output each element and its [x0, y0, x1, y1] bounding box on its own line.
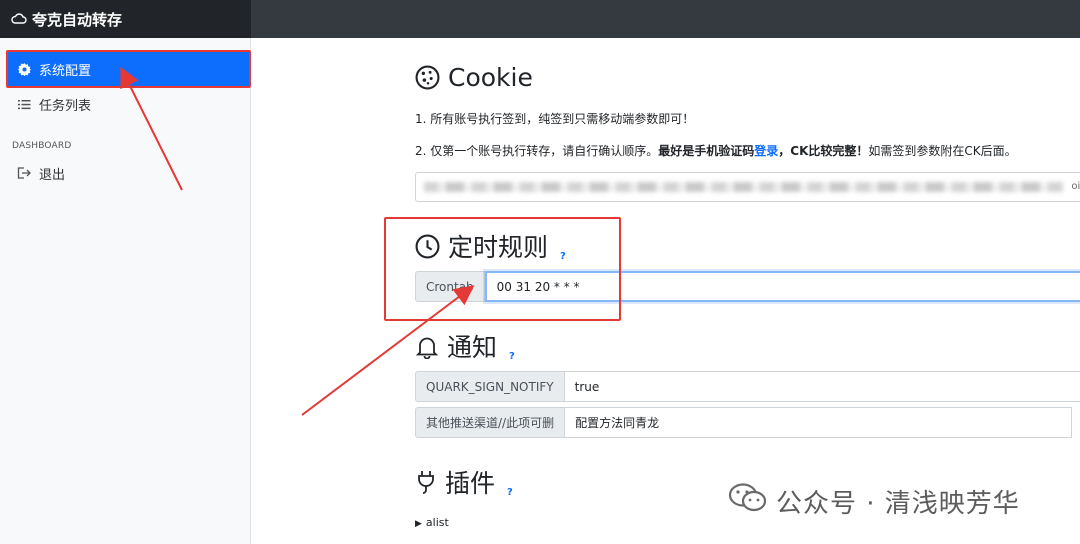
wechat-icon — [728, 482, 768, 521]
annotation-arrow-cron — [301, 285, 475, 416]
annotation-arrows — [120, 66, 475, 416]
watermark: 公众号 · 清浅映芳华 — [728, 482, 1020, 521]
annotation-arrow-sidebar — [120, 66, 183, 191]
watermark-text: 公众号 · 清浅映芳华 — [776, 489, 1020, 519]
